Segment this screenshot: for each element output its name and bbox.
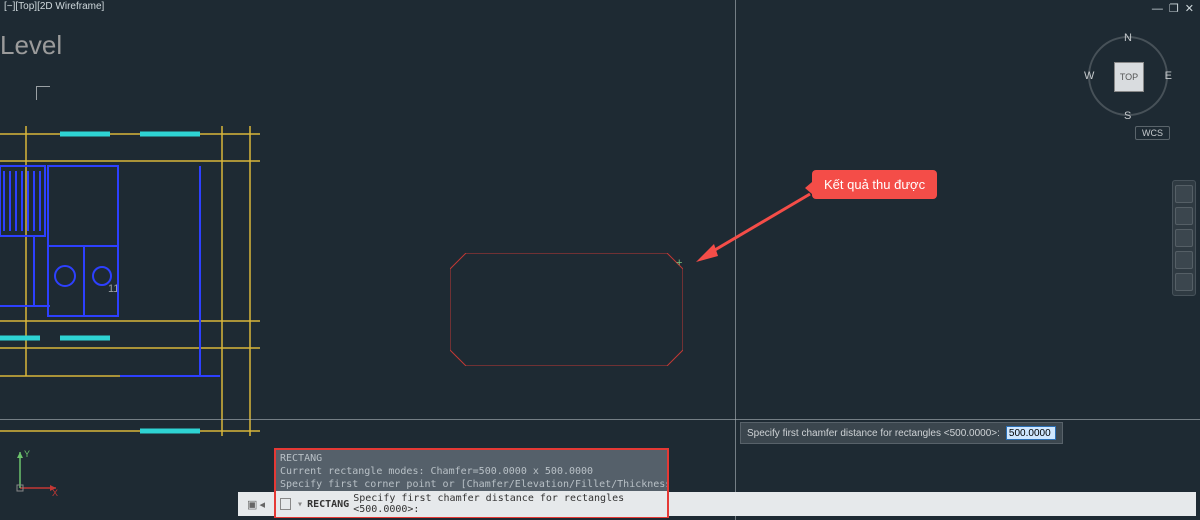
svg-text:Y: Y: [24, 449, 30, 459]
viewport-title[interactable]: [−][Top][2D Wireframe]: [0, 0, 104, 14]
command-prompt: Specify first chamfer distance for recta…: [353, 493, 663, 515]
viewcube-east[interactable]: E: [1165, 70, 1172, 82]
cmd-options-icon[interactable]: ▣: [247, 498, 257, 511]
chamfered-rectangle[interactable]: [450, 253, 683, 366]
cmd-recent-icon[interactable]: ◂: [259, 498, 265, 511]
wcs-badge[interactable]: WCS: [1135, 126, 1170, 140]
zoom-extents-icon[interactable]: [1175, 229, 1193, 247]
command-line-extension[interactable]: [669, 492, 1196, 516]
chevron-icon: ▾: [297, 499, 303, 510]
cad-viewport[interactable]: [−][Top][2D Wireframe] — ❐ ✕ Level 11: [0, 0, 1200, 520]
viewcube-west[interactable]: W: [1084, 70, 1094, 82]
showmotion-icon[interactable]: [1175, 273, 1193, 291]
orbit-icon[interactable]: [1175, 251, 1193, 269]
restore-button[interactable]: ❐: [1169, 2, 1179, 15]
dynamic-input-tooltip: Specify first chamfer distance for recta…: [740, 422, 1063, 444]
level-watermark: Level: [0, 30, 62, 61]
navigation-bar: [1172, 180, 1196, 296]
cmd-history-line: RECTANG: [280, 452, 663, 465]
ucs-icon[interactable]: X Y: [12, 448, 62, 496]
command-window: RECTANG Current rectangle modes: Chamfer…: [274, 448, 669, 518]
annotation-callout: Kết quả thu được: [812, 170, 937, 199]
annotation-arrow-icon: [690, 190, 820, 265]
minimize-button[interactable]: —: [1152, 3, 1163, 15]
viewcube-south[interactable]: S: [1124, 110, 1131, 122]
viewcube-top-face[interactable]: TOP: [1114, 62, 1144, 92]
command-history[interactable]: RECTANG Current rectangle modes: Chamfer…: [276, 450, 667, 491]
crosshair-horizontal: [0, 419, 1200, 420]
dynamic-input-field[interactable]: [1006, 426, 1056, 440]
floorplan-drawing[interactable]: [0, 76, 260, 436]
steering-wheel-icon[interactable]: [1175, 185, 1193, 203]
cmd-handle-icon[interactable]: [280, 498, 291, 510]
viewcube-north[interactable]: N: [1124, 32, 1132, 44]
cmd-history-line: Current rectangle modes: Chamfer=500.000…: [280, 465, 663, 478]
cmd-history-line: Specify first corner point or [Chamfer/E…: [280, 478, 663, 491]
command-line[interactable]: ▾ RECTANG Specify first chamfer distance…: [276, 491, 667, 517]
command-gutter: ▣ ◂: [238, 492, 274, 516]
dynamic-input-prompt: Specify first chamfer distance for recta…: [747, 428, 1000, 439]
snap-marker-icon: +: [676, 257, 682, 269]
viewcube[interactable]: N S E W TOP: [1080, 28, 1176, 124]
crosshair-vertical: [735, 0, 736, 520]
window-controls: — ❐ ✕: [1152, 2, 1194, 15]
active-command: RECTANG: [307, 499, 349, 510]
pan-icon[interactable]: [1175, 207, 1193, 225]
close-button[interactable]: ✕: [1185, 2, 1194, 15]
svg-text:X: X: [52, 488, 58, 496]
